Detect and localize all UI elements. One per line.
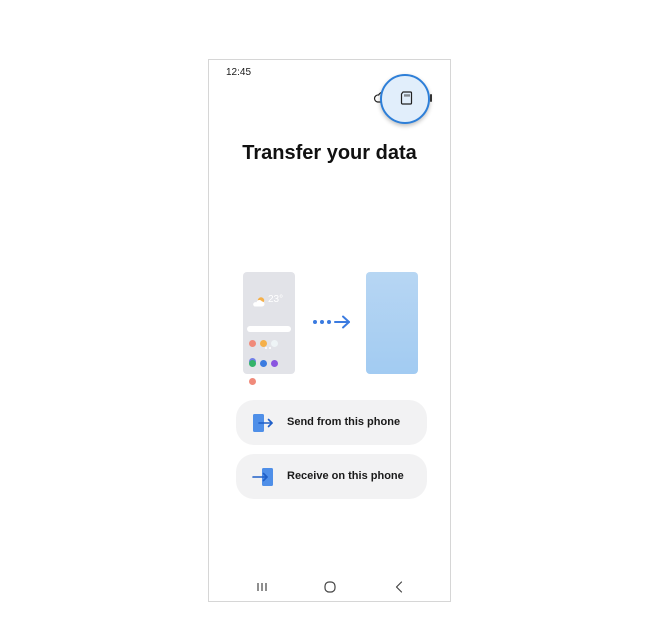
- app-dot: [271, 360, 278, 367]
- back-icon[interactable]: [395, 581, 403, 593]
- navigation-bar: [209, 579, 450, 595]
- new-phone-illustration: [366, 272, 418, 374]
- receive-on-this-phone-button[interactable]: Receive on this phone: [236, 454, 427, 499]
- app-dot: [260, 340, 267, 347]
- weather-temp: 23°: [268, 294, 284, 305]
- app-dot: [249, 360, 256, 367]
- recents-icon[interactable]: [256, 582, 268, 592]
- home-icon[interactable]: [324, 581, 336, 593]
- app-dot: [249, 340, 256, 347]
- transfer-arrow-icon: [313, 315, 350, 329]
- send-button-label: Send from this phone: [287, 416, 401, 428]
- app-dot: [260, 360, 267, 367]
- receive-button-label: Receive on this phone: [287, 470, 404, 482]
- sd-card-icon[interactable]: [400, 91, 413, 105]
- page-title: Transfer your data: [242, 142, 417, 164]
- app-row-1: [249, 340, 291, 365]
- app-dot: [249, 378, 256, 385]
- weather-icon: [253, 297, 265, 307]
- page-indicator: [265, 336, 273, 349]
- more-options-icon[interactable]: [430, 94, 432, 102]
- search-bar-shape: [247, 326, 291, 332]
- phone-send-icon: [253, 414, 273, 432]
- send-from-this-phone-button[interactable]: Send from this phone: [236, 400, 427, 445]
- phone-screen: 12:45 Transfer your data 23° Send from t…: [208, 59, 451, 602]
- app-dot: [271, 340, 278, 347]
- app-row-2: [249, 360, 291, 385]
- phone-receive-icon: [252, 468, 273, 486]
- old-phone-illustration: 23°: [243, 272, 295, 385]
- status-time: 12:45: [226, 67, 252, 78]
